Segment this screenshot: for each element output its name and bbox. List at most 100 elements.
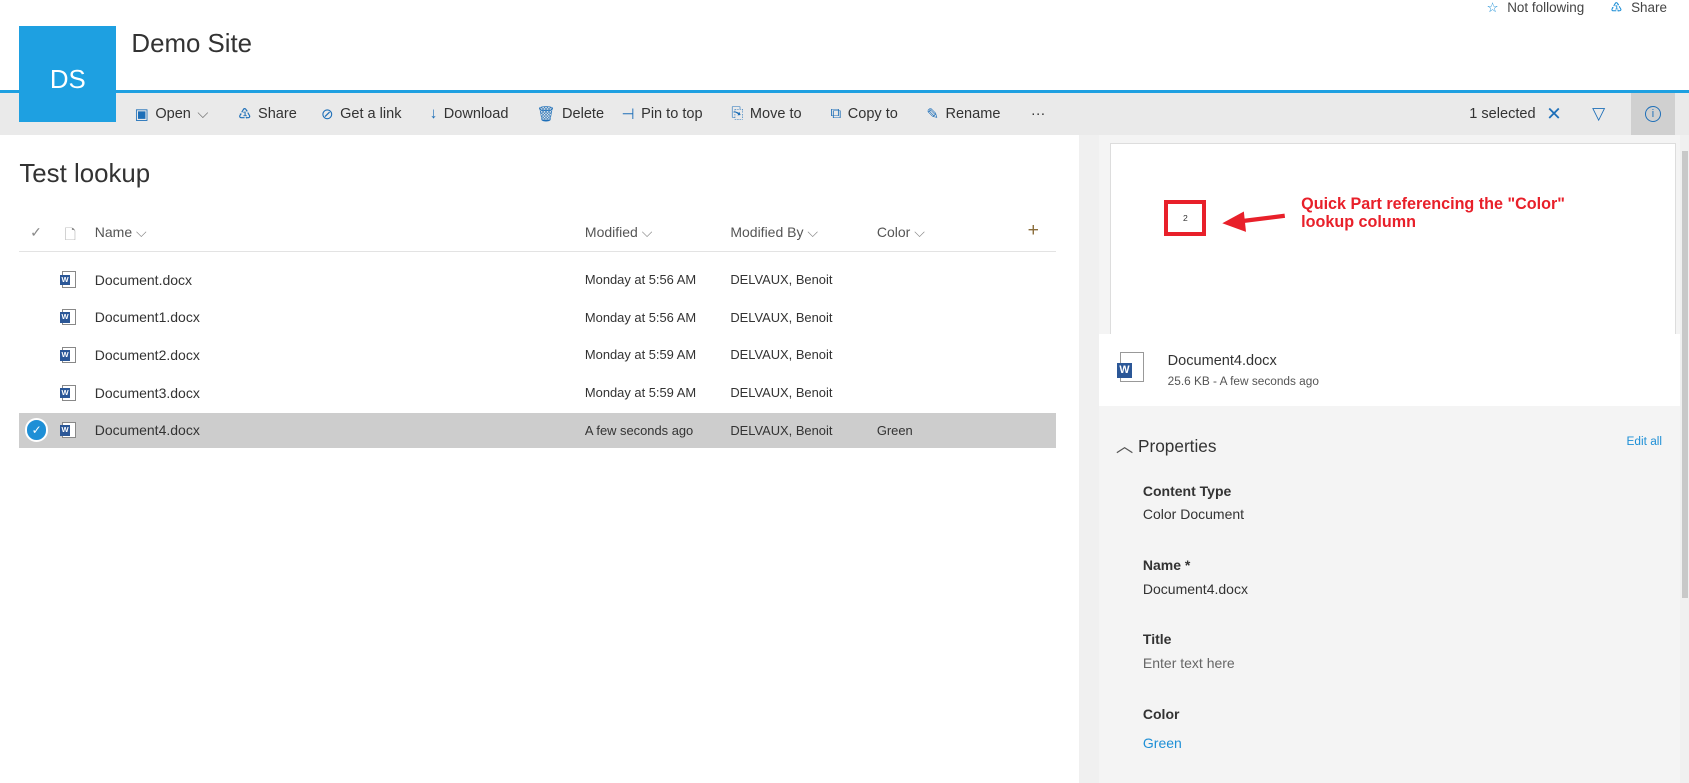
download-label: Download <box>443 105 509 122</box>
site-share-button[interactable]: ♳ Share <box>1610 0 1667 15</box>
follow-label: Not following <box>1507 0 1585 16</box>
file-info: Document4.docx 25.6 KB - A few seconds a… <box>1098 333 1681 407</box>
file-name: Document4.docx <box>1167 353 1277 370</box>
word-file-icon <box>60 271 77 288</box>
quick-part-value: 2 <box>1182 213 1188 224</box>
download-icon: ↓ <box>429 105 438 123</box>
open-label: Open <box>155 105 191 122</box>
file-name-link[interactable]: Document.docx <box>95 272 192 288</box>
modified-by-cell[interactable]: DELVAUX, Benoit <box>730 423 832 438</box>
copy-button[interactable]: ⧉ Copy to <box>831 93 898 135</box>
site-title[interactable]: Demo Site <box>131 30 252 59</box>
scrollbar-thumb[interactable] <box>1681 150 1688 598</box>
column-header-name[interactable]: Name ⌵ <box>95 224 147 241</box>
chevron-down-icon: ⌵ <box>807 224 818 241</box>
command-bar: ▣ Open ⌵ ♳ Share ⊘ Get a link ↓ Download 🗑 Del… <box>0 92 1689 135</box>
color-header-label: Color <box>876 224 911 241</box>
word-icon: ▣ <box>134 105 149 123</box>
chevron-up-icon: ︿ <box>1115 435 1134 456</box>
pencil-icon: ✎ <box>926 105 940 123</box>
share-label: Share <box>1631 0 1667 16</box>
word-file-icon <box>60 384 77 401</box>
field-value[interactable]: Color Document <box>1143 506 1244 522</box>
chevron-down-icon: ⌵ <box>641 224 653 241</box>
modified-by-cell[interactable]: DELVAUX, Benoit <box>730 272 832 287</box>
field-label: Title <box>1142 631 1172 648</box>
selected-count: 1 selected <box>1469 105 1536 122</box>
field-value[interactable]: Enter text here <box>1143 655 1235 671</box>
add-column-button[interactable]: + <box>1028 219 1039 242</box>
selected-check-icon[interactable]: ✓ <box>24 418 49 443</box>
field-label: Name * <box>1142 556 1191 573</box>
share-button[interactable]: ♳ Share <box>238 93 297 135</box>
modified-by-cell[interactable]: DELVAUX, Benoit <box>730 385 832 400</box>
more-button[interactable]: ··· <box>1031 93 1046 135</box>
field-label: Color <box>1142 705 1180 722</box>
table-row[interactable]: Document3.docx Monday at 5:59 AM DELVAUX… <box>19 375 1055 411</box>
column-header-color[interactable]: Color ⌵ <box>877 224 925 241</box>
file-name-link[interactable]: Document4.docx <box>95 422 200 438</box>
modified-by-cell[interactable]: DELVAUX, Benoit <box>730 310 832 325</box>
name-header-label: Name <box>94 224 133 241</box>
table-row[interactable]: Document1.docx Monday at 5:56 AM DELVAUX… <box>19 299 1055 335</box>
field-value[interactable]: Document4.docx <box>1143 581 1248 597</box>
trash-icon: 🗑 <box>536 105 556 123</box>
properties-toggle[interactable]: ︿ Properties <box>1116 432 1217 457</box>
word-file-icon <box>60 309 77 326</box>
pin-icon: ⊣ <box>621 105 635 123</box>
close-icon: ✕ <box>1546 102 1562 124</box>
arrow-icon <box>1222 211 1286 232</box>
file-name-link[interactable]: Document2.docx <box>95 347 200 363</box>
star-icon: ☆ <box>1486 0 1499 15</box>
field-value[interactable]: Green <box>1143 735 1182 751</box>
rename-button[interactable]: ✎ Rename <box>926 93 1000 135</box>
modified-cell: Monday at 5:59 AM <box>584 347 697 363</box>
get-link-label: Get a link <box>340 105 402 122</box>
document-preview[interactable]: 2 Quick Part referencing the "Color" loo… <box>1109 143 1677 334</box>
chevron-down-icon: ⌵ <box>914 224 925 241</box>
info-pane-button[interactable]: i <box>1630 92 1676 135</box>
chevron-down-icon: ⌵ <box>136 224 147 241</box>
column-header-modified-by[interactable]: Modified By ⌵ <box>730 224 818 241</box>
word-file-icon <box>60 346 77 363</box>
modified-cell: Monday at 5:56 AM <box>584 272 697 288</box>
copy-label: Copy to <box>847 105 898 122</box>
word-file-icon <box>60 422 77 439</box>
table-row[interactable]: ✓ Document4.docx A few seconds ago DELVA… <box>19 412 1056 449</box>
move-button[interactable]: ⎘ Move to <box>731 93 801 135</box>
table-row[interactable]: Document2.docx Monday at 5:59 AM DELVAUX… <box>19 337 1055 373</box>
clear-selection-button[interactable]: 1 selected ✕ <box>1469 93 1561 135</box>
quick-part-highlight: 2 <box>1164 200 1207 236</box>
open-button[interactable]: ▣ Open ⌵ <box>135 93 209 135</box>
header-divider <box>19 250 1056 253</box>
pin-button[interactable]: ⊣ Pin to top <box>622 93 703 135</box>
delete-button[interactable]: 🗑 Delete <box>536 93 604 135</box>
share-icon: ♳ <box>238 105 252 123</box>
properties-heading: Properties <box>1138 435 1217 456</box>
column-header-modified[interactable]: Modified ⌵ <box>585 224 652 241</box>
select-all-checkbox[interactable]: ✓ <box>30 224 42 241</box>
modified-cell: A few seconds ago <box>584 422 694 438</box>
table-row[interactable]: Document.docx Monday at 5:56 AM DELVAUX,… <box>19 262 1055 298</box>
modified-by-header-label: Modified By <box>730 224 804 241</box>
file-name-link[interactable]: Document1.docx <box>95 309 200 325</box>
field-label: Content Type <box>1142 482 1232 499</box>
get-link-button[interactable]: ⊘ Get a link <box>321 93 401 135</box>
edit-all-link[interactable]: Edit all <box>1627 434 1663 448</box>
modified-cell: Monday at 5:56 AM <box>584 309 697 325</box>
follow-button[interactable]: ☆ Not following <box>1487 0 1585 15</box>
move-icon: ⎘ <box>731 104 744 122</box>
file-name-link[interactable]: Document3.docx <box>95 385 200 401</box>
move-label: Move to <box>749 105 802 122</box>
download-button[interactable]: ↓ Download <box>430 93 509 135</box>
filter-button[interactable]: ▽ <box>1592 93 1605 135</box>
modified-cell: Monday at 5:59 AM <box>584 385 697 401</box>
filter-icon: ▽ <box>1592 103 1606 124</box>
list-scrollbar[interactable] <box>1079 134 1099 783</box>
modified-header-label: Modified <box>584 224 638 241</box>
library-title: Test lookup <box>19 160 151 189</box>
site-logo[interactable]: DS <box>19 25 117 122</box>
color-cell: Green <box>876 422 913 438</box>
modified-by-cell[interactable]: DELVAUX, Benoit <box>730 347 832 362</box>
chevron-down-icon: ⌵ <box>197 105 209 122</box>
